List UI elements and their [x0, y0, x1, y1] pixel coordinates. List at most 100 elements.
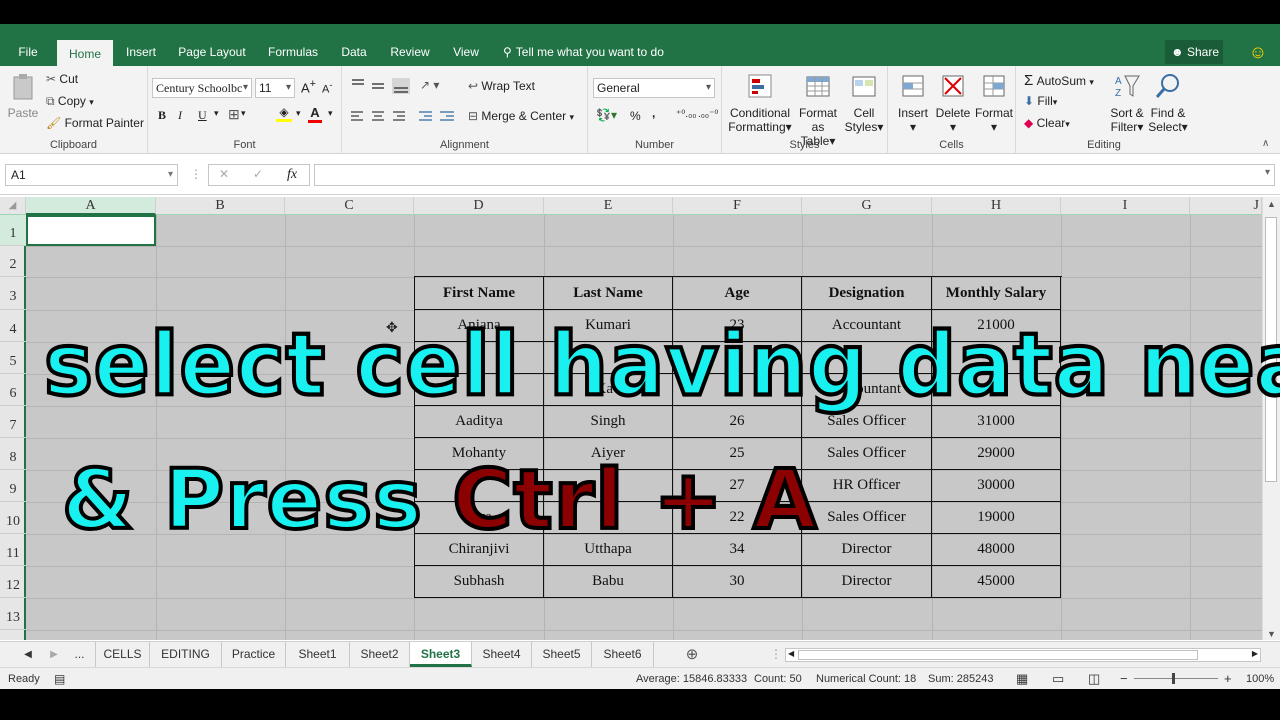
italic-button[interactable]: I — [178, 108, 182, 123]
sheet-tab-sheet5[interactable]: Sheet5 — [532, 642, 592, 667]
merge-center-button[interactable]: ⊟ Merge & Center ▾ — [468, 109, 574, 123]
tab-insert[interactable]: Insert — [120, 38, 162, 66]
decrease-font-button[interactable]: A- — [322, 80, 332, 96]
table-cell-monthly-salary[interactable]: 29000 — [932, 438, 1061, 470]
tab-review[interactable]: Review — [386, 38, 434, 66]
format-painter-button[interactable]: 🖌 Format Painter — [46, 116, 144, 130]
tab-splitter-icon[interactable]: ⋮ — [770, 642, 782, 667]
expand-formula-icon[interactable]: ▾ — [1265, 167, 1270, 178]
table-header-first-name[interactable]: First Name — [415, 277, 544, 310]
tab-home[interactable]: Home — [57, 38, 113, 66]
macro-record-icon[interactable]: ▤ — [54, 668, 65, 690]
column-header-f[interactable]: F — [673, 197, 802, 215]
tab-scroll-right-icon[interactable]: ▶ — [44, 642, 64, 667]
table-cell-designation[interactable]: HR Officer — [802, 470, 932, 502]
autosum-button[interactable]: Σ AutoSum ▾ — [1024, 72, 1094, 89]
tab-scroll-left-icon[interactable]: ◀ — [18, 642, 38, 667]
sheet-tab-editing[interactable]: EDITING — [150, 642, 222, 667]
horizontal-scrollbar[interactable]: ◀ ▶ — [785, 648, 1261, 662]
scroll-up-icon[interactable]: ▲ — [1267, 199, 1276, 209]
row-header-1[interactable]: 1 — [0, 215, 26, 246]
vertical-align-icons[interactable] — [350, 78, 412, 94]
increase-decimal-button[interactable]: ⁺⁰.₀₀ — [676, 109, 696, 120]
zoom-out-icon[interactable]: − — [1120, 668, 1128, 690]
row-header-3[interactable]: 3 — [0, 277, 26, 310]
orientation-button[interactable]: ↗ ▾ — [420, 78, 439, 92]
normal-view-icon[interactable]: ▦ — [1016, 668, 1028, 690]
column-header-b[interactable]: B — [156, 197, 285, 215]
table-cell-designation[interactable]: Director — [802, 566, 932, 598]
tab-formulas[interactable]: Formulas — [263, 38, 323, 66]
scroll-down-icon[interactable]: ▼ — [1267, 629, 1276, 639]
column-header-h[interactable]: H — [932, 197, 1061, 215]
cell-styles-button[interactable]: Cell Styles▾ — [844, 72, 884, 134]
insert-function-icon[interactable]: fx — [287, 167, 297, 183]
comma-button[interactable]: , — [652, 106, 655, 120]
copy-button[interactable]: ⧉ Copy ▾ — [46, 94, 94, 109]
row-header-8[interactable]: 8 — [0, 438, 26, 470]
collapse-ribbon-icon[interactable]: ∧ — [1262, 138, 1269, 149]
conditional-formatting-button[interactable]: Conditional Formatting▾ — [726, 72, 794, 134]
scroll-right-icon[interactable]: ▶ — [1252, 649, 1258, 658]
sort-filter-button[interactable]: AZ Sort & Filter▾ — [1108, 72, 1146, 134]
scroll-left-icon[interactable]: ◀ — [788, 649, 794, 658]
fill-color-button[interactable]: ◈ — [276, 105, 292, 122]
row-header-2[interactable]: 2 — [0, 246, 26, 277]
row-header-11[interactable]: 11 — [0, 534, 26, 566]
table-header-monthly-salary[interactable]: Monthly Salary — [932, 277, 1061, 310]
font-color-dropdown[interactable]: ▾ — [328, 108, 333, 119]
table-header-last-name[interactable]: Last Name — [544, 277, 673, 310]
cut-button[interactable]: ✂ Cut — [46, 72, 78, 86]
sheet-tab-sheet1[interactable]: Sheet1 — [286, 642, 350, 667]
format-cells-button[interactable]: Format ▾ — [974, 72, 1014, 134]
zoom-slider-thumb[interactable] — [1172, 673, 1175, 684]
sheet-tab-more[interactable]: ... — [64, 642, 96, 667]
clear-button[interactable]: ◆ Clear▾ — [1024, 116, 1070, 130]
row-header-13[interactable]: 13 — [0, 598, 26, 630]
table-cell-monthly-salary[interactable]: 30000 — [932, 470, 1061, 502]
font-name-dropdown[interactable]: Century Schoolbc — [152, 78, 252, 98]
sheet-tab-cells[interactable]: CELLS — [96, 642, 150, 667]
decrease-decimal-button[interactable]: .₀₀⁻⁰ — [698, 109, 718, 120]
column-header-c[interactable]: C — [285, 197, 414, 215]
cell-grid[interactable]: First Name Last Name Age Designation Monthly… — [26, 215, 1262, 640]
increase-font-button[interactable]: A+ — [301, 78, 316, 95]
fill-button[interactable]: ⬇ Fill▾ — [1024, 94, 1057, 108]
insert-cells-button[interactable]: Insert ▾ — [894, 72, 932, 134]
tab-view[interactable]: View — [448, 38, 484, 66]
column-header-g[interactable]: G — [802, 197, 932, 215]
tab-file[interactable]: File — [8, 38, 48, 66]
borders-dropdown[interactable]: ▾ — [241, 108, 246, 119]
font-color-button[interactable]: A — [308, 105, 322, 123]
enter-icon[interactable]: ✓ — [253, 167, 263, 181]
share-button[interactable]: ☻ Share — [1165, 40, 1223, 64]
horizontal-scroll-thumb[interactable] — [798, 650, 1198, 660]
table-cell-first-name[interactable]: Subhash — [415, 566, 544, 598]
row-header-5[interactable]: 5 — [0, 342, 26, 374]
zoom-level[interactable]: 100% — [1246, 668, 1274, 690]
borders-button[interactable]: ⊞ — [228, 106, 240, 123]
wrap-text-button[interactable]: ↩ Wrap Text — [468, 79, 535, 93]
active-cell-a1[interactable] — [26, 215, 156, 246]
row-header-4[interactable]: 4 — [0, 310, 26, 342]
row-header-6[interactable]: 6 — [0, 374, 26, 406]
find-select-button[interactable]: Find & Select▾ — [1148, 72, 1188, 134]
indent-icons[interactable] — [418, 110, 458, 124]
sheet-tab-practice[interactable]: Practice — [222, 642, 286, 667]
table-cell-monthly-salary[interactable]: 45000 — [932, 566, 1061, 598]
column-header-j[interactable]: J — [1190, 197, 1262, 215]
vertical-scrollbar[interactable]: ▲ ▼ — [1262, 197, 1280, 640]
table-header-age[interactable]: Age — [673, 277, 802, 310]
tab-data[interactable]: Data — [336, 38, 372, 66]
page-layout-view-icon[interactable]: ▭ — [1052, 668, 1064, 690]
percent-button[interactable]: % — [630, 109, 641, 123]
delete-cells-button[interactable]: Delete ▾ — [934, 72, 972, 134]
font-size-dropdown[interactable]: 11 — [255, 78, 295, 98]
row-header-9[interactable]: 9 — [0, 470, 26, 502]
add-sheet-icon[interactable]: ⊕ — [680, 642, 704, 667]
column-header-d[interactable]: D — [414, 197, 544, 215]
underline-button[interactable]: U — [198, 108, 207, 123]
paste-button[interactable]: Paste — [6, 72, 40, 120]
format-as-table-button[interactable]: Format as Table▾ — [794, 72, 842, 148]
tab-page-layout[interactable]: Page Layout — [174, 38, 250, 66]
